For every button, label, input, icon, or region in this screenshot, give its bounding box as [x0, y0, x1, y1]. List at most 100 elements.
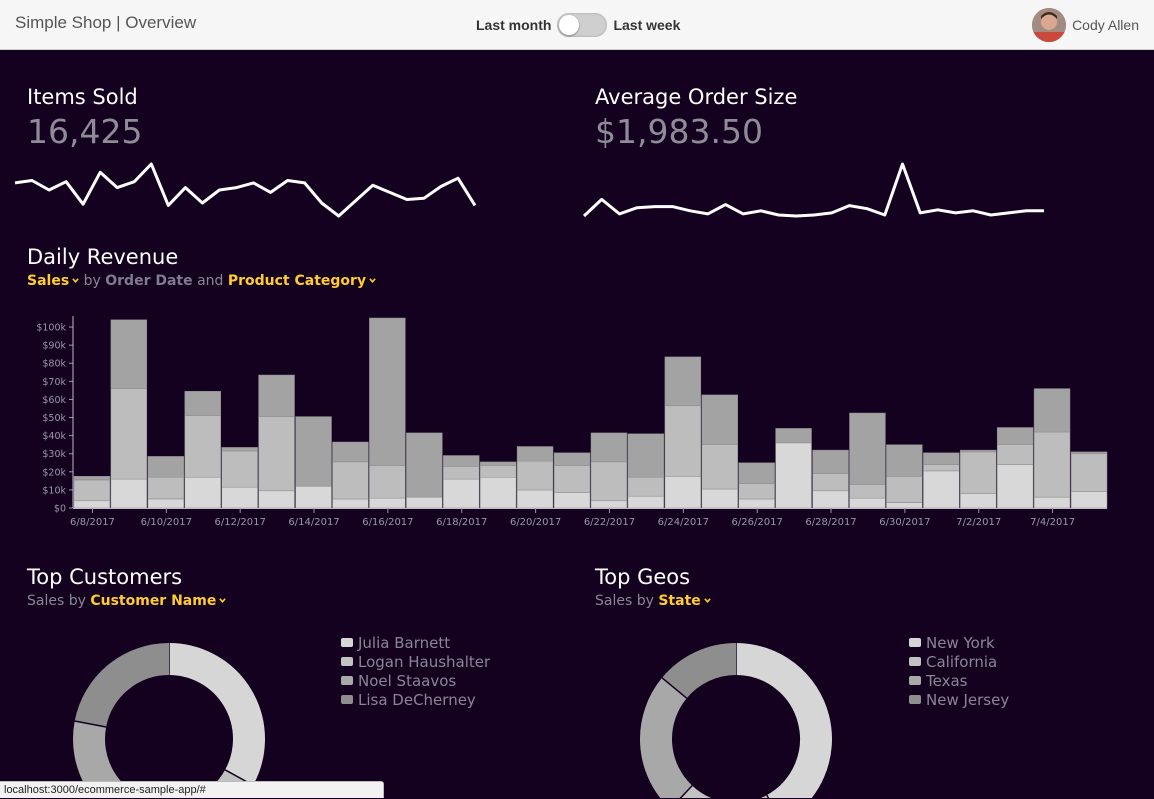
bar-segment[interactable] [1070, 451, 1108, 454]
bar-segment[interactable] [443, 466, 480, 480]
toggle-label-last-month[interactable]: Last month [476, 17, 551, 33]
legend-item[interactable]: Texas [909, 671, 1009, 690]
bar-segment[interactable] [258, 374, 295, 417]
bar-segment[interactable] [221, 450, 258, 488]
donut-slice[interactable] [662, 643, 737, 699]
bar-segment[interactable] [553, 465, 591, 493]
toggle-label-last-week[interactable]: Last week [613, 17, 680, 33]
bar-segment[interactable] [1070, 491, 1108, 509]
bar-segment[interactable] [996, 464, 1034, 509]
bar-segment[interactable] [627, 495, 665, 509]
bar-segment[interactable] [73, 479, 111, 502]
bar-segment[interactable] [849, 484, 886, 499]
user-menu[interactable]: Cody Allen [1032, 8, 1139, 42]
bar-segment[interactable] [184, 415, 221, 478]
donut-slice[interactable] [640, 677, 693, 798]
legend-item[interactable]: California [909, 652, 1009, 671]
bar-segment[interactable] [886, 502, 923, 509]
bar-segment[interactable] [406, 432, 443, 498]
customer-dropdown[interactable]: Customer Name [90, 593, 227, 609]
legend-item[interactable]: Lisa DeCherney [341, 690, 490, 709]
bar-segment[interactable] [738, 483, 775, 500]
bar-segment[interactable] [1033, 496, 1071, 509]
bar-segment[interactable] [886, 476, 923, 503]
bar-segment[interactable] [73, 500, 111, 509]
bar-segment[interactable] [664, 356, 702, 407]
bar-segment[interactable] [406, 496, 443, 509]
bar-segment[interactable] [221, 486, 258, 509]
legend-item[interactable]: Noel Staavos [341, 671, 490, 690]
legend-item[interactable]: New York [909, 633, 1009, 652]
bar-segment[interactable] [627, 476, 665, 497]
bar-segment[interactable] [590, 461, 628, 502]
bar-segment[interactable] [479, 476, 517, 509]
group-dropdown-category[interactable]: Product Category [228, 273, 376, 289]
bar-segment[interactable] [1070, 453, 1108, 492]
metric-dropdown-sales[interactable]: Sales [27, 273, 79, 289]
bar-segment[interactable] [479, 465, 517, 478]
bar-segment[interactable] [516, 460, 554, 491]
bar-segment[interactable] [479, 461, 517, 466]
bar-segment[interactable] [295, 416, 332, 487]
bar-segment[interactable] [369, 465, 406, 499]
bar-segment[interactable] [1033, 388, 1071, 433]
state-dropdown[interactable]: State [658, 593, 711, 609]
bar-segment[interactable] [516, 446, 554, 462]
bar-segment[interactable] [701, 394, 738, 445]
switch-knob[interactable] [559, 15, 580, 35]
donut-slice[interactable] [168, 643, 265, 786]
period-switch[interactable] [557, 13, 608, 37]
bar-segment[interactable] [369, 497, 406, 509]
bar-segment[interactable] [664, 476, 702, 509]
legend-item[interactable]: New Jersey [909, 690, 1009, 709]
donut-slice[interactable] [735, 643, 832, 798]
bar-segment[interactable] [184, 476, 221, 509]
bar-segment[interactable] [701, 488, 738, 509]
bar-segment[interactable] [332, 461, 369, 500]
bar-segment[interactable] [332, 441, 369, 463]
bar-segment[interactable] [996, 427, 1034, 445]
bar-segment[interactable] [960, 451, 997, 494]
avatar[interactable] [1032, 8, 1067, 42]
bar-segment[interactable] [627, 433, 665, 478]
bar-segment[interactable] [960, 493, 997, 509]
bar-segment[interactable] [886, 444, 923, 477]
bar-segment[interactable] [738, 462, 775, 484]
bar-segment[interactable] [332, 498, 369, 509]
bar-segment[interactable] [812, 473, 849, 492]
bar-segment[interactable] [590, 500, 628, 509]
bar-segment[interactable] [960, 449, 997, 453]
bar-segment[interactable] [664, 405, 702, 477]
bar-segment[interactable] [221, 447, 258, 452]
bar-segment[interactable] [258, 416, 295, 492]
bar-segment[interactable] [184, 391, 221, 416]
bar-segment[interactable] [369, 317, 406, 466]
bar-segment[interactable] [775, 442, 812, 509]
bar-segment[interactable] [849, 412, 886, 485]
bar-segment[interactable] [110, 319, 148, 389]
bar-segment[interactable] [110, 388, 148, 480]
bar-segment[interactable] [701, 444, 738, 490]
bar-segment[interactable] [775, 428, 812, 444]
bar-segment[interactable] [849, 497, 886, 509]
bar-segment[interactable] [553, 452, 591, 466]
bar-segment[interactable] [812, 490, 849, 509]
bar-segment[interactable] [923, 464, 960, 472]
bar-segment[interactable] [553, 492, 591, 509]
bar-segment[interactable] [812, 449, 849, 474]
bar-segment[interactable] [996, 444, 1034, 465]
bar-segment[interactable] [443, 455, 480, 467]
bar-segment[interactable] [516, 489, 554, 509]
bar-segment[interactable] [443, 478, 480, 509]
bar-segment[interactable] [73, 476, 111, 481]
legend-item[interactable]: Logan Haushalter [341, 652, 490, 671]
bar-segment[interactable] [923, 452, 960, 465]
bar-segment[interactable] [738, 498, 775, 509]
bar-segment[interactable] [295, 486, 332, 509]
bar-segment[interactable] [147, 476, 185, 500]
bar-segment[interactable] [923, 470, 960, 509]
bar-segment[interactable] [1033, 431, 1071, 498]
donut-slice[interactable] [74, 643, 170, 728]
legend-item[interactable]: Julia Barnett [341, 633, 490, 652]
bar-segment[interactable] [590, 432, 628, 463]
